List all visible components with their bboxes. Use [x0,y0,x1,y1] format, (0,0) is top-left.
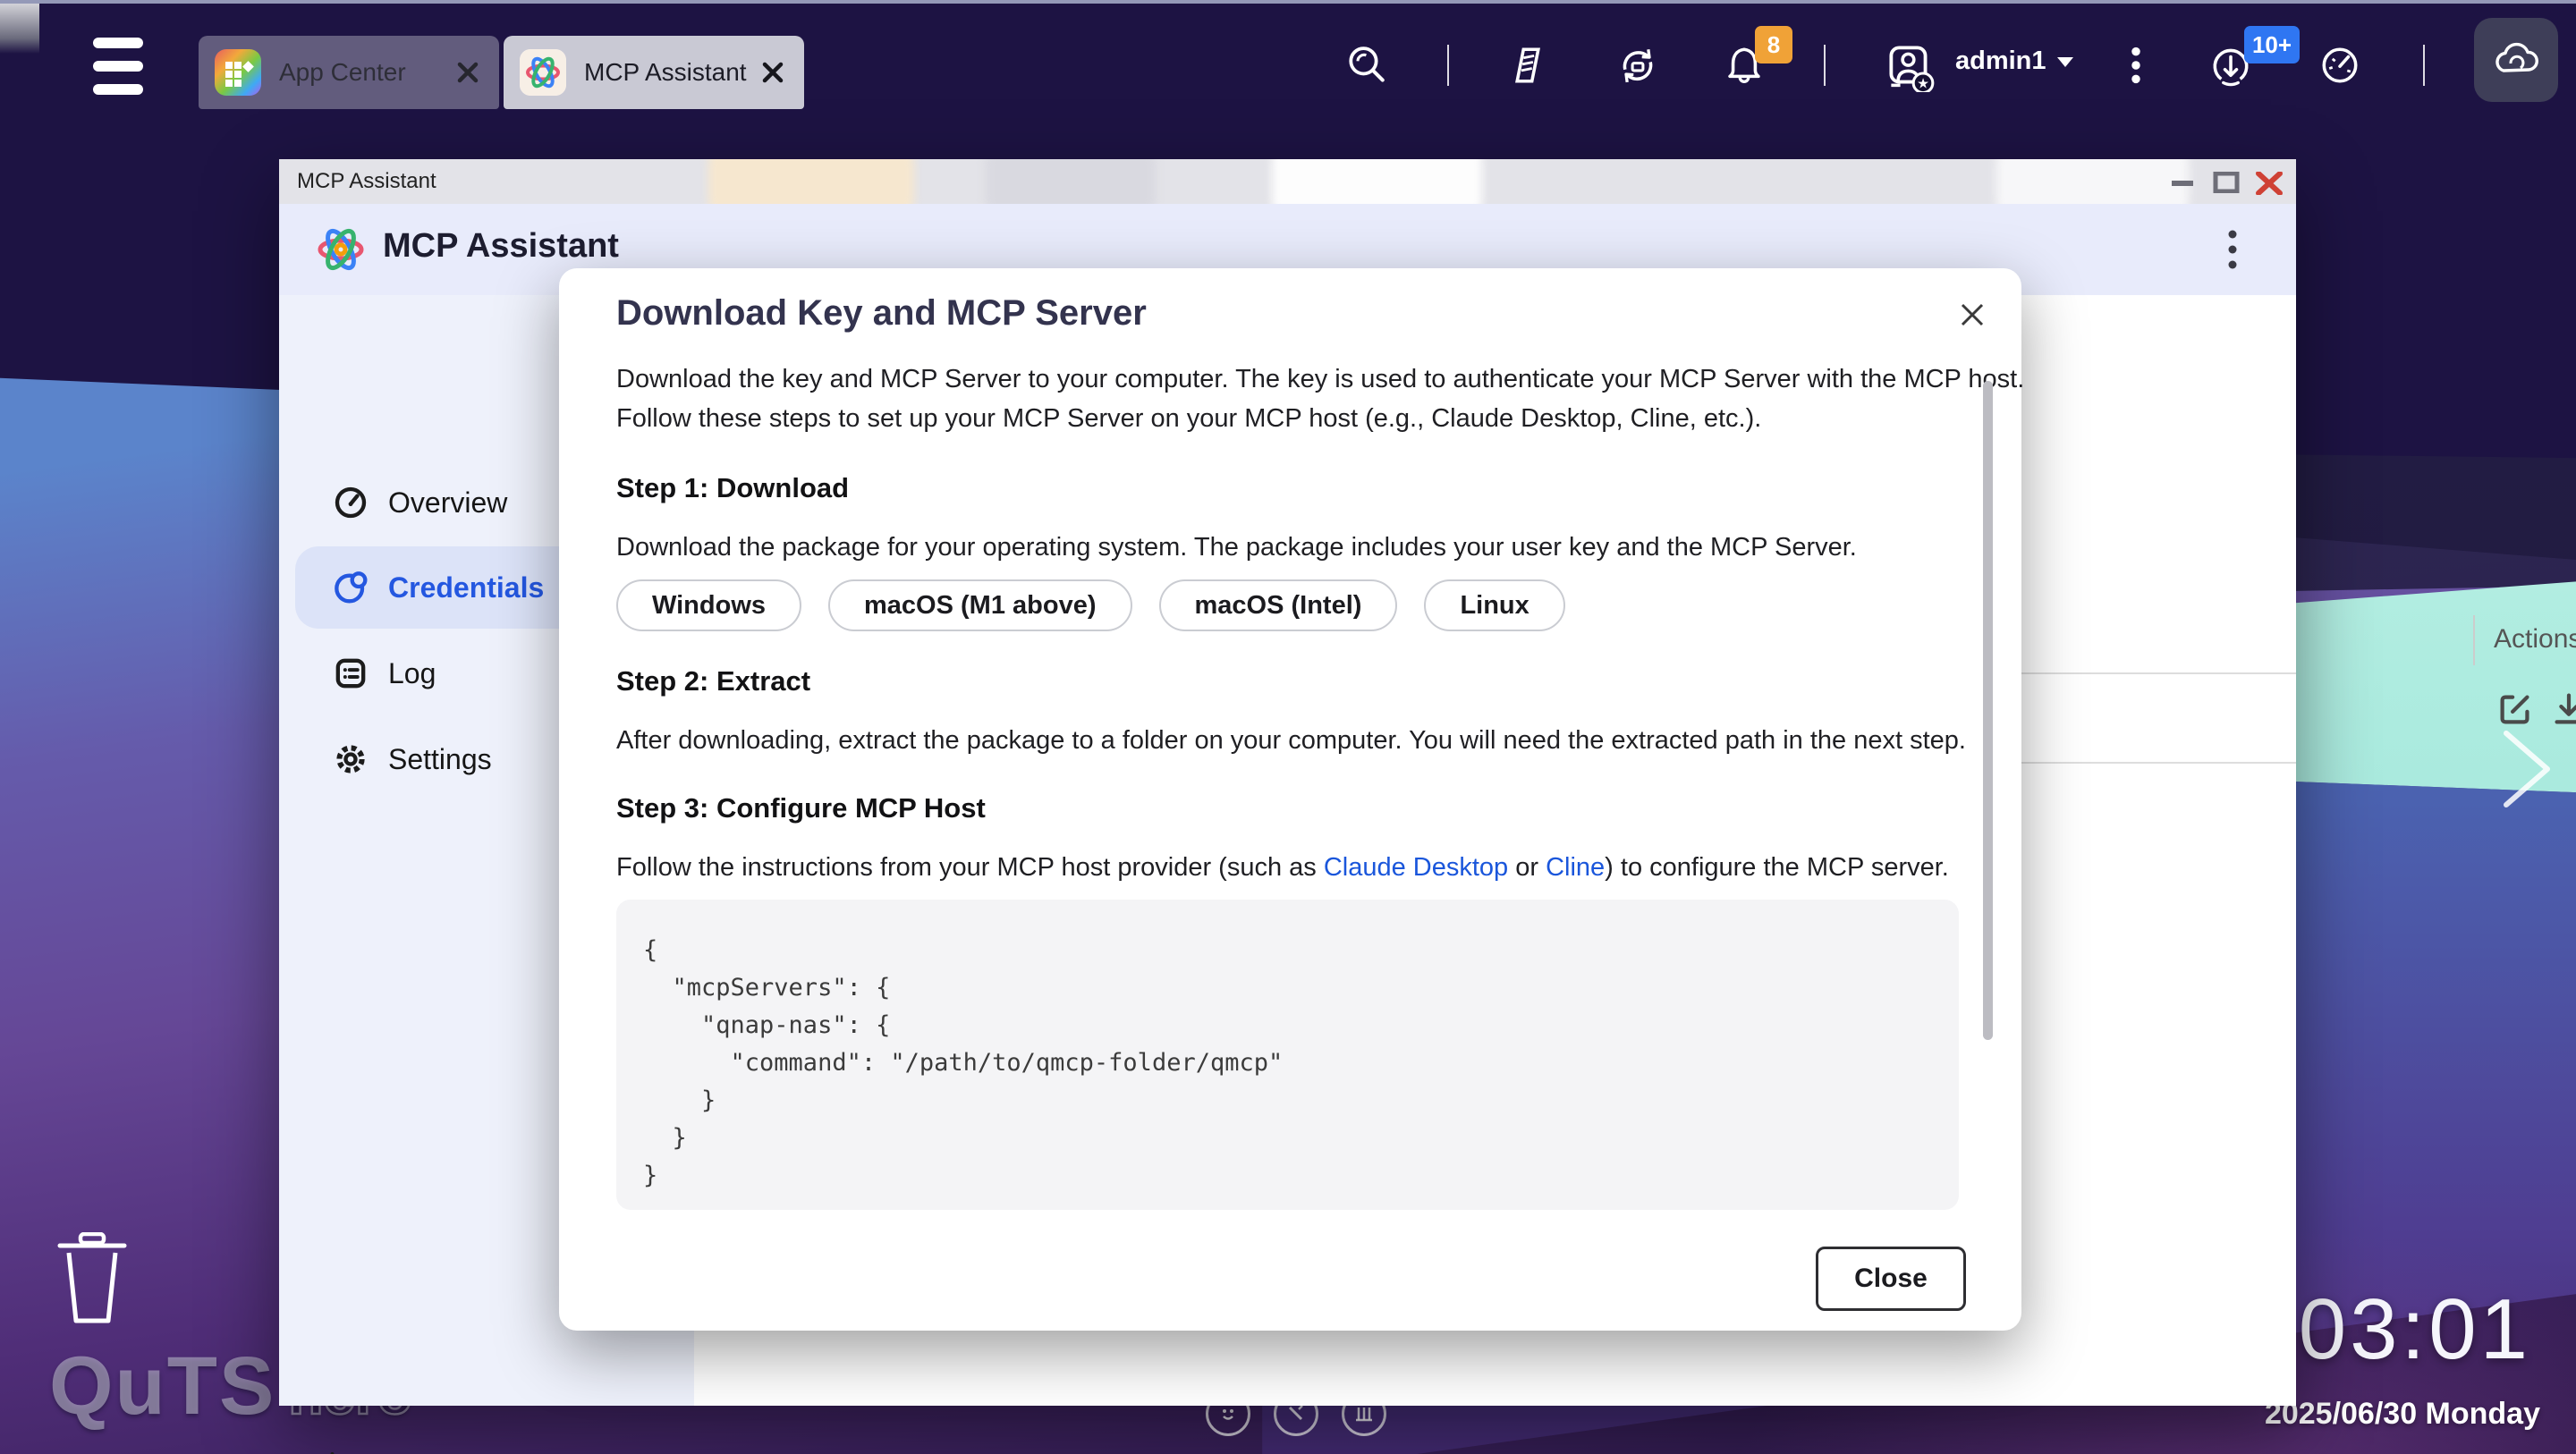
step3-text: Follow the instructions from your MCP ho… [616,853,1324,882]
cloud-icon [2489,38,2543,81]
svg-text:★: ★ [1917,77,1929,92]
edit-button[interactable] [2495,689,2536,730]
dialog-title: Download Key and MCP Server [616,293,1147,334]
recycle-bin-icon[interactable] [52,1232,132,1327]
top-bar: App Center MCP Assistant 8 [0,0,2576,116]
dialog-intro-line1: Download the key and MCP Server to your … [616,365,2024,394]
dialog-scrollbar-thumb[interactable] [1983,381,1993,1040]
page-title: MCP Assistant [383,227,619,266]
event-log-button[interactable] [1503,42,1553,89]
tab-app-center[interactable]: App Center [199,36,499,109]
titlebar-blob [1996,159,2189,204]
topbar-divider [1447,45,1449,86]
sidebar-item-label: Overview [388,486,507,520]
download-button[interactable] [2548,689,2576,730]
dialog-close-button[interactable]: Close [1816,1247,1966,1311]
step1-description: Download the package for your operating … [616,533,1857,562]
tab-label: App Center [279,58,406,87]
topbar-divider [2423,45,2425,86]
minimize-button[interactable] [2168,172,2199,193]
app-center-icon [215,49,261,96]
device-sync-button[interactable] [1613,42,1663,89]
cline-link[interactable]: Cline [1546,853,1605,882]
hamburger-icon [93,61,143,72]
hamburger-icon [93,38,143,48]
more-options-button[interactable] [2111,42,2161,89]
os-download-buttons: Windows macOS (M1 above) macOS (Intel) L… [616,579,1565,631]
sidebar-item-label: Log [388,657,436,690]
window-titlebar[interactable]: MCP Assistant [279,159,2296,204]
user-menu-label[interactable]: admin1 [1955,46,2073,76]
titlebar-blob [708,159,914,204]
tab-close-icon[interactable] [759,59,786,86]
download-linux-button[interactable]: Linux [1424,579,1564,631]
myqnapcloud-button[interactable] [2474,18,2558,102]
dashboard-button[interactable] [2315,42,2365,89]
window-close-button[interactable] [2254,172,2284,193]
main-menu-button[interactable] [89,36,147,104]
collapse-sidebar-button[interactable]: Collapse [326,1449,479,1454]
username: admin1 [1955,46,2046,75]
step3-description: Follow the instructions from your MCP ho… [616,853,1949,883]
dialog-close-icon[interactable] [1956,299,1988,331]
step2-title: Step 2: Extract [616,665,810,697]
sidebar-item-label: Credentials [388,571,544,604]
gauge-icon [333,485,369,520]
mcp-assistant-logo-icon [315,224,367,275]
mcp-assistant-window: MCP Assistant [279,159,2296,1406]
desktop: QuTShero 03:01 2025/06/30 Monday MCP Ass… [0,0,2576,1454]
notifications-badge: 8 [1755,26,1792,63]
topbar-divider [1824,45,1826,86]
step1-title: Step 1: Download [616,472,849,504]
mcp-config-code-block: { "mcpServers": { "qnap-nas": { "command… [616,900,1959,1210]
step2-description: After downloading, extract the package t… [616,726,1966,756]
column-divider [2473,615,2475,665]
list-icon [333,655,369,691]
pie-chart-icon [333,570,369,605]
window-title: MCP Assistant [297,169,436,194]
tab-label: MCP Assistant [584,58,747,87]
search-button[interactable] [1342,42,1392,89]
step3-title: Step 3: Configure MCP Host [616,792,986,824]
tab-mcp-assistant[interactable]: MCP Assistant [504,36,804,109]
download-windows-button[interactable]: Windows [616,579,801,631]
dialog-intro-line2: Follow these steps to set up your MCP Se… [616,404,1761,434]
collapse-icon [326,1449,358,1454]
actions-column-header: Actions [2494,624,2576,655]
titlebar-blob [1272,159,1482,204]
download-macos-m1-button[interactable]: macOS (M1 above) [828,579,1131,631]
chevron-down-icon [2057,57,2073,67]
user-menu-button[interactable]: ★ [1884,42,1934,89]
sidebar-item-label: Settings [388,743,492,776]
mcp-config-code: { "mcpServers": { "qnap-nas": { "command… [616,900,1959,1227]
download-key-dialog: Download Key and MCP Server Download the… [559,268,2021,1331]
gear-icon [333,741,369,777]
step3-text: or [1508,853,1546,882]
download-macos-intel-button[interactable]: macOS (Intel) [1159,579,1398,631]
hamburger-icon [93,84,143,95]
mcp-assistant-icon [520,49,566,96]
app-options-menu-button[interactable] [2215,227,2250,272]
step3-text: ) to configure the MCP server. [1605,853,1949,882]
maximize-button[interactable] [2211,172,2241,193]
quts-logo-text: QuTS [49,1340,275,1432]
claude-desktop-link[interactable]: Claude Desktop [1324,853,1508,882]
background-tasks-badge: 10+ [2244,26,2300,63]
tab-close-icon[interactable] [454,59,481,86]
titlebar-blob [986,159,1156,204]
next-wallpaper-chevron-icon[interactable] [2497,726,2556,816]
